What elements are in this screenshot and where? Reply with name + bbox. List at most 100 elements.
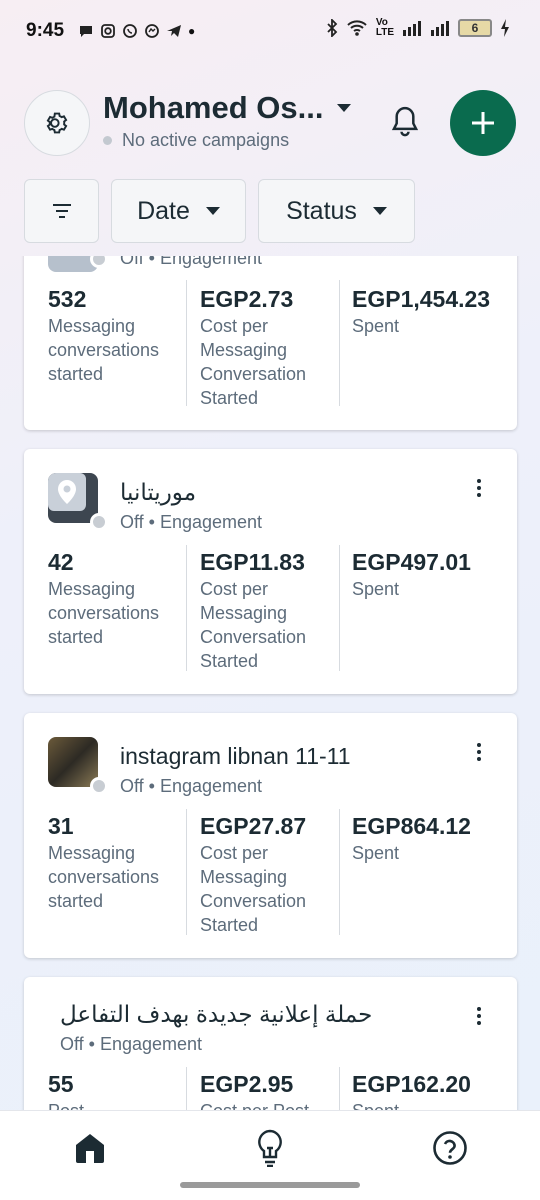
campaign-status-line: Off • Engagement <box>60 1034 203 1054</box>
signal-icon-2 <box>431 21 449 36</box>
status-filter-label: Status <box>286 196 357 225</box>
divider <box>339 1067 340 1110</box>
campaign-card[interactable]: حملة إعلانية جديدة بهدف التفاعل Off • En… <box>24 977 517 1110</box>
filter-bar: Date Status <box>24 179 415 243</box>
metric-spent: EGP864.12 Spent <box>352 811 492 865</box>
metric-value: EGP1,454.23 <box>352 286 491 312</box>
more-options-icon[interactable] <box>477 1007 483 1025</box>
metric-cost: EGP11.83 Cost per Messaging Conversation… <box>200 547 340 673</box>
more-options-icon[interactable] <box>477 743 483 761</box>
metric-value: 532 <box>48 286 87 312</box>
metric-spent: EGP1,454.23 Spent <box>352 284 492 338</box>
metric-value: EGP497.01 <box>352 549 471 575</box>
metric-value: EGP2.73 <box>200 286 294 312</box>
plus-icon <box>472 112 494 134</box>
campaign-status-text: No active campaigns <box>122 130 290 150</box>
metric-cost: EGP27.87 Cost per Messaging Conversation… <box>200 811 340 937</box>
campaign-list[interactable]: Off • Engagement 532 Messaging conversat… <box>0 256 540 1110</box>
location-pin-icon <box>58 480 76 504</box>
nav-insights[interactable] <box>240 1123 300 1173</box>
metric-value: EGP864.12 <box>352 813 471 839</box>
home-icon <box>76 1134 104 1163</box>
campaign-status-line: Off • Engagement <box>120 256 263 268</box>
campaign-status-line: No active campaigns <box>103 130 289 151</box>
help-icon <box>433 1131 467 1165</box>
more-options-icon[interactable] <box>477 479 483 497</box>
metric-label: Spent <box>352 316 400 336</box>
metric-label: Messaging conversations started <box>48 843 160 911</box>
metric-spent: EGP162.20 Spent <box>352 1069 492 1110</box>
status-time: 9:45 <box>26 20 65 41</box>
metric-value: 31 <box>48 813 74 839</box>
divider <box>339 545 340 671</box>
whatsapp-icon <box>123 24 137 38</box>
header: Mohamed Os... No active campaigns <box>0 86 540 166</box>
account-name: Mohamed Os... <box>103 90 324 125</box>
signal-icon <box>403 21 421 36</box>
metric-label: Cost per Messaging Conversation Started <box>200 579 307 671</box>
volte-icon: Vo LTE <box>375 17 394 38</box>
campaign-name: موريتانيا <box>120 479 197 505</box>
chevron-down-icon <box>205 207 220 215</box>
campaign-card[interactable]: موريتانيا Off • Engagement 42 Messaging … <box>24 449 517 694</box>
metric-label: Spent <box>352 843 400 863</box>
account-switcher[interactable]: Mohamed Os... <box>103 90 352 126</box>
divider <box>186 809 187 935</box>
metric-cost: EGP2.73 Cost per Messaging Conversation … <box>200 284 340 410</box>
filter-icon <box>52 204 71 218</box>
battery-icon: 6 <box>458 19 492 37</box>
chevron-down-icon <box>372 207 387 215</box>
divider <box>186 545 187 671</box>
nav-help[interactable] <box>420 1123 480 1173</box>
status-bar: 9:45 ● Vo LTE 6 <box>0 0 540 62</box>
metric-label: Cost per Messaging Conversation Started <box>200 843 307 935</box>
metric-value: 42 <box>48 549 74 575</box>
divider <box>186 280 187 406</box>
date-filter[interactable]: Date <box>111 179 246 243</box>
metric-results: 55 Post <box>48 1069 188 1110</box>
campaign-card[interactable]: instagram libnan 11-11 Off • Engagement … <box>24 713 517 958</box>
metric-value: 55 <box>48 1071 74 1097</box>
create-button[interactable] <box>450 90 516 156</box>
lightbulb-icon <box>258 1129 282 1167</box>
metric-label: Messaging conversations started <box>48 579 160 647</box>
telegram-icon <box>167 25 182 37</box>
campaign-status-line: Off • Engagement <box>120 512 263 532</box>
metric-results: 42 Messaging conversations started <box>48 547 188 649</box>
notifications-button[interactable] <box>388 104 422 145</box>
campaign-thumbnail <box>48 737 98 787</box>
metric-label: Messaging conversations started <box>48 316 160 384</box>
campaign-status-line: Off • Engagement <box>120 776 263 796</box>
campaign-card[interactable]: Off • Engagement 532 Messaging conversat… <box>24 256 517 430</box>
metric-value: EGP2.95 <box>200 1071 294 1097</box>
divider <box>339 280 340 406</box>
chat-icon <box>80 26 93 37</box>
nav-home[interactable] <box>60 1123 120 1173</box>
charging-icon <box>501 19 509 37</box>
metric-value: EGP11.83 <box>200 549 305 575</box>
filter-button[interactable] <box>24 179 99 243</box>
campaign-name: instagram libnan 11-11 <box>120 743 351 769</box>
status-filter[interactable]: Status <box>258 179 415 243</box>
metric-label: Spent <box>352 1099 492 1110</box>
more-notifications-icon: ● <box>188 24 196 38</box>
campaign-name: حملة إعلانية جديدة بهدف التفاعل <box>60 1001 373 1027</box>
divider <box>186 1067 187 1110</box>
date-filter-label: Date <box>137 196 190 225</box>
messenger-icon <box>145 24 159 38</box>
metric-label: Cost per Post <box>200 1099 340 1110</box>
system-icons: Vo LTE 6 <box>326 18 510 38</box>
metric-value: EGP27.87 <box>200 813 307 839</box>
metric-label: Spent <box>352 579 400 599</box>
divider <box>339 809 340 935</box>
metric-label: Cost per Messaging Conversation Started <box>200 316 307 408</box>
home-gesture-bar[interactable] <box>180 1182 360 1188</box>
instagram-icon <box>101 24 115 38</box>
wifi-icon <box>347 20 367 36</box>
gear-icon <box>46 112 68 134</box>
notification-icons: ● <box>78 23 195 39</box>
settings-button[interactable] <box>24 90 90 156</box>
metric-results: 31 Messaging conversations started <box>48 811 188 913</box>
campaign-status-dot <box>90 777 108 795</box>
campaign-status-dot <box>90 513 108 531</box>
